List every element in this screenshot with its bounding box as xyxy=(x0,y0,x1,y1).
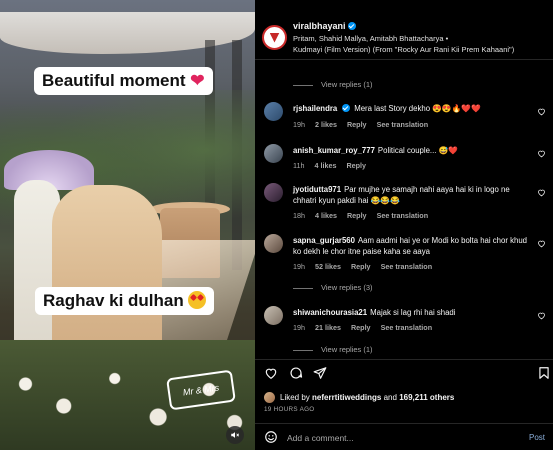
comment-username[interactable]: sapna_gurjar560 xyxy=(293,236,355,245)
post-details-panel: viralbhayani Pritam, Shahid Mallya, Amit… xyxy=(255,0,553,450)
caption-text: Raghav ki dulhan xyxy=(43,291,184,310)
heart-eyes-emoji-icon xyxy=(188,291,207,309)
liker-avatar[interactable] xyxy=(264,392,275,403)
comment-time: 11h xyxy=(293,161,305,170)
comment-likes[interactable]: 4 likes xyxy=(315,211,337,220)
comment-username[interactable]: anish_kumar_roy_777 xyxy=(293,146,375,155)
like-heart-icon[interactable] xyxy=(537,188,546,197)
avatar[interactable] xyxy=(264,144,283,163)
author-username[interactable]: viralbhayani xyxy=(293,21,356,31)
comment-likes[interactable]: 21 likes xyxy=(315,323,341,332)
audio-track[interactable]: Kudmayi (Film Version) (From "Rocky Aur … xyxy=(293,45,514,54)
mandap-canopy xyxy=(0,12,255,54)
liked-by-label: Liked by xyxy=(280,393,310,402)
reply-button[interactable]: Reply xyxy=(351,262,371,271)
sticker-text: Mr & Mrs xyxy=(182,382,220,398)
caption-text: Beautiful moment xyxy=(42,71,186,90)
comment-body: rjshailendra Mera last Story dekho 😍😍🔥❤️❤… xyxy=(293,103,531,114)
comment-emojis: 😂😂😂 xyxy=(370,196,400,205)
audio-artists[interactable]: Pritam, Shahid Mallya, Amitabh Bhattacha… xyxy=(293,34,448,43)
like-heart-icon[interactable] xyxy=(537,107,546,116)
avatar[interactable] xyxy=(264,306,283,325)
comment-username[interactable]: jyotidutta971 xyxy=(293,185,341,194)
comment-time: 18h xyxy=(293,211,305,220)
comment-time: 19h xyxy=(293,323,305,332)
post-media[interactable]: Beautiful moment ❤ Raghav ki dulhan Mr &… xyxy=(0,0,255,450)
see-translation-button[interactable]: See translation xyxy=(377,120,429,129)
see-translation-button[interactable]: See translation xyxy=(377,211,429,220)
comment-meta: 19h 21 likes Reply See translation xyxy=(293,323,440,332)
comment-emojis: 😅❤️ xyxy=(438,146,459,155)
liked-by-user[interactable]: neferrtitiweddings xyxy=(312,393,381,402)
comment-meta: 19h 2 likes Reply See translation xyxy=(293,120,436,129)
author-avatar[interactable] xyxy=(262,25,287,50)
speaker-muted-icon xyxy=(231,432,240,438)
share-paper-plane-icon[interactable] xyxy=(313,366,327,380)
comment-meta: 18h 4 likes Reply See translation xyxy=(293,211,436,220)
likes-count[interactable]: 169,211 others xyxy=(399,393,454,402)
save-bookmark-icon[interactable] xyxy=(537,366,551,380)
comment-time: 19h xyxy=(293,262,305,271)
comment-text: Political couple... xyxy=(377,146,437,155)
caption-beautiful-moment: Beautiful moment ❤ xyxy=(34,67,213,95)
comment-username[interactable]: rjshailendra xyxy=(293,104,337,113)
verified-badge-icon xyxy=(342,104,351,112)
post-header: viralbhayani Pritam, Shahid Mallya, Amit… xyxy=(255,0,553,60)
red-heart-icon: ❤ xyxy=(190,71,205,90)
comment-emojis: 😍😍🔥❤️❤️ xyxy=(432,104,481,113)
see-translation-button[interactable]: See translation xyxy=(381,262,433,271)
comment-likes[interactable]: 4 likes xyxy=(314,161,336,170)
like-heart-icon[interactable] xyxy=(537,311,546,320)
comment-text: Mera last Story dekho xyxy=(354,104,431,113)
mute-button[interactable] xyxy=(226,426,244,444)
comments-list: View replies (1) rjshailendra Mera last S… xyxy=(255,61,553,359)
like-heart-icon[interactable] xyxy=(537,239,546,248)
add-comment-input[interactable] xyxy=(287,430,507,446)
comment-body: sapna_gurjar560 Aam aadmi hai ye or Modi … xyxy=(293,235,531,257)
reply-button[interactable]: Reply xyxy=(347,120,367,129)
liked-by-and: and xyxy=(383,393,397,402)
comment-likes[interactable]: 52 likes xyxy=(315,262,341,271)
comment-meta: 11h 4 likes Reply xyxy=(293,161,374,170)
comment-time: 19h xyxy=(293,120,305,129)
comment-body: shiwanichourasia21 Majak si lag rhi hai s… xyxy=(293,307,531,318)
reply-button[interactable]: Reply xyxy=(351,323,371,332)
add-comment-bar: Post xyxy=(255,423,553,450)
verified-badge-icon xyxy=(347,22,356,30)
logo-icon xyxy=(269,32,280,43)
comment-text: Majak si lag rhi hai shadi xyxy=(370,308,456,317)
avatar[interactable] xyxy=(264,183,283,202)
comment-username[interactable]: shiwanichourasia21 xyxy=(293,308,367,317)
post-actions xyxy=(255,359,553,383)
avatar[interactable] xyxy=(264,102,283,121)
post-comment-button[interactable]: Post xyxy=(529,433,545,442)
likes-summary: Liked by neferrtitiweddings and 169,211 … xyxy=(264,392,454,403)
see-translation-button[interactable]: See translation xyxy=(381,323,433,332)
view-replies-button[interactable]: View replies (1) xyxy=(293,80,373,89)
author-username-text[interactable]: viralbhayani xyxy=(293,21,346,31)
comment-meta: 19h 52 likes Reply See translation xyxy=(293,262,440,271)
avatar[interactable] xyxy=(264,234,283,253)
view-replies-button[interactable]: View replies (3) xyxy=(293,283,373,292)
post-time[interactable]: 19 HOURS AGO xyxy=(264,406,315,413)
view-replies-button[interactable]: View replies (1) xyxy=(293,345,373,354)
comment-likes[interactable]: 2 likes xyxy=(315,120,337,129)
comment-body: jyotidutta971 Par mujhe ye samajh nahi aa… xyxy=(293,184,531,206)
caption-raghav-ki-dulhan: Raghav ki dulhan xyxy=(35,287,215,315)
emoji-picker-icon[interactable] xyxy=(264,430,278,444)
comment-bubble-icon[interactable] xyxy=(289,366,303,380)
reply-button[interactable]: Reply xyxy=(346,161,366,170)
like-heart-icon[interactable] xyxy=(264,366,278,380)
comment-body: anish_kumar_roy_777 Political couple... 😅… xyxy=(293,145,531,156)
like-heart-icon[interactable] xyxy=(537,149,546,158)
reply-button[interactable]: Reply xyxy=(347,211,367,220)
